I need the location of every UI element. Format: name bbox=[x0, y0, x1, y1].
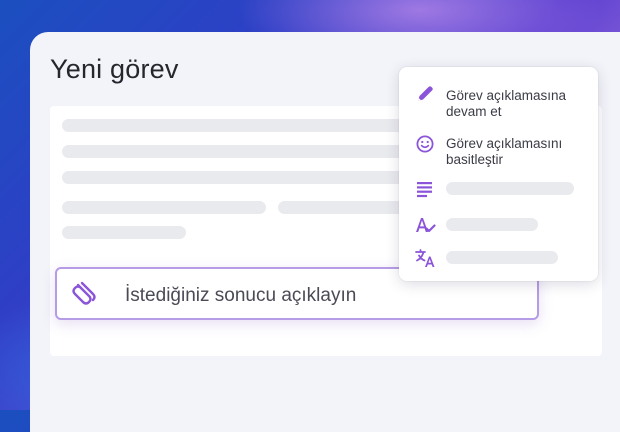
spell-check-icon bbox=[416, 218, 436, 233]
page-title: Yeni görev bbox=[50, 54, 179, 84]
translate-icon bbox=[415, 249, 435, 267]
menu-item-placeholder bbox=[446, 251, 558, 264]
menu-item-translate[interactable] bbox=[399, 246, 598, 270]
menu-item-label: Görev açıklamasını basitleştir bbox=[446, 136, 563, 167]
text-lines-icon bbox=[417, 182, 432, 198]
smiley-icon bbox=[416, 135, 434, 153]
menu-item-simplify-description[interactable]: Görev açıklamasını basitleştir bbox=[399, 131, 598, 171]
spiral-icon bbox=[72, 281, 96, 305]
prompt-placeholder: İstediğiniz sonucu açıklayın bbox=[125, 285, 357, 306]
pen-icon bbox=[418, 86, 433, 101]
menu-item-placeholder bbox=[446, 182, 574, 195]
text-placeholder-line bbox=[62, 119, 422, 132]
menu-item-text-format[interactable] bbox=[399, 177, 598, 201]
menu-item-placeholder bbox=[446, 218, 538, 231]
menu-item-label: Görev açıklamasına devam et bbox=[446, 88, 567, 119]
text-placeholder-line bbox=[62, 171, 422, 184]
text-placeholder-line bbox=[62, 145, 422, 158]
menu-item-spell-check[interactable] bbox=[399, 213, 598, 237]
text-placeholder-line bbox=[62, 201, 266, 214]
text-placeholder-line bbox=[62, 226, 186, 239]
ai-actions-menu: Görev açıklamasına devam et Görev açıkla… bbox=[399, 67, 598, 281]
menu-item-continue-description[interactable]: Görev açıklamasına devam et bbox=[399, 83, 598, 123]
